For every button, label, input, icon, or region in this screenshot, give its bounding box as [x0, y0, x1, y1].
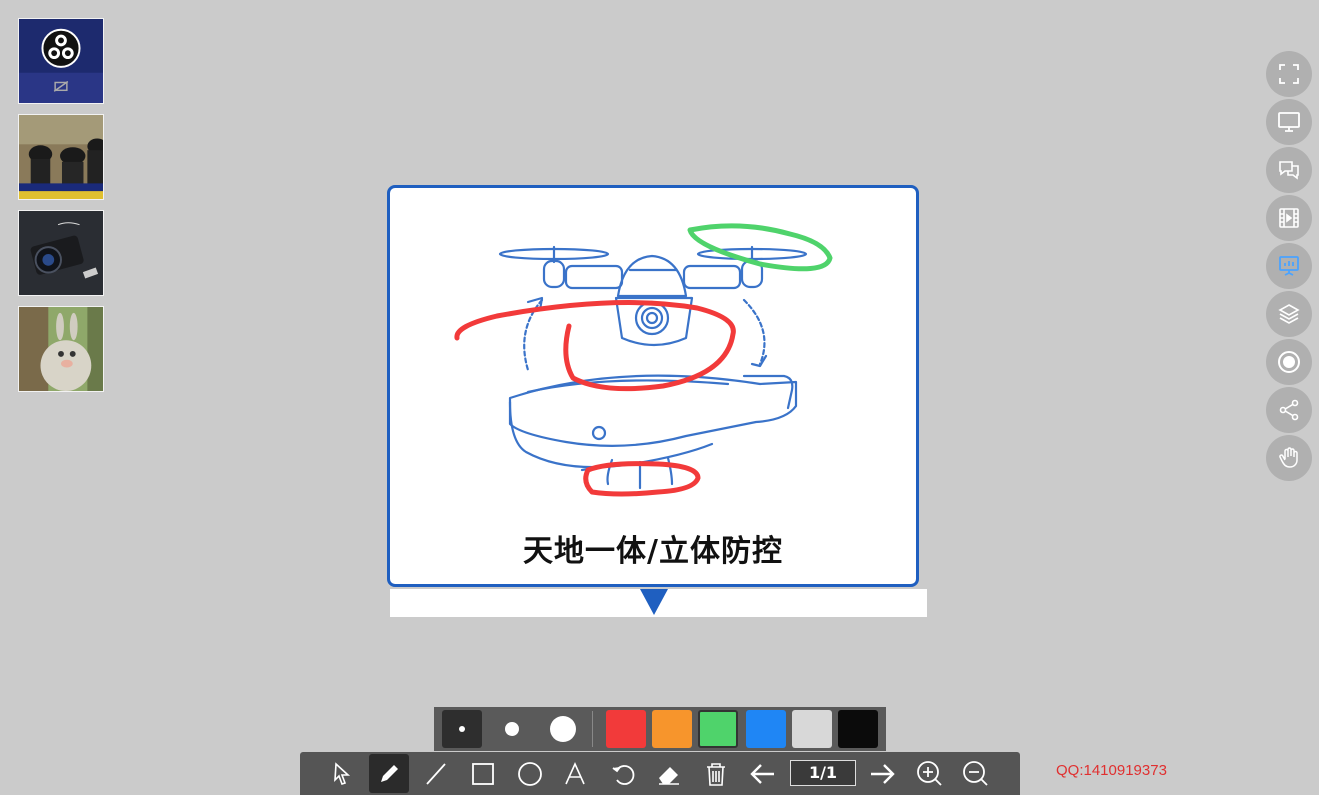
eraser-icon: [659, 766, 679, 785]
film-icon: [1279, 208, 1299, 228]
whiteboard-slide[interactable]: 天地一体/立体防控: [387, 185, 919, 587]
monitor-icon: [1278, 112, 1300, 132]
share-button[interactable]: [1266, 387, 1312, 433]
pen-size-medium[interactable]: [492, 710, 532, 748]
color-swatch-gray[interactable]: [792, 710, 832, 748]
thumbnail-obs[interactable]: [18, 18, 104, 104]
circle-icon: [518, 761, 542, 786]
color-swatch-green[interactable]: [698, 710, 738, 748]
undo-icon: [612, 764, 635, 785]
share-icon: [1279, 399, 1299, 421]
zoom-out-button[interactable]: [956, 754, 996, 793]
pen-tool-button[interactable]: [369, 754, 409, 793]
obs-logo-icon: [19, 19, 103, 103]
color-swatch-red[interactable]: [606, 710, 646, 748]
text-tool-button[interactable]: [555, 754, 595, 793]
layers-icon: [1278, 304, 1300, 324]
select-icon: [334, 761, 351, 785]
zoom-in-button[interactable]: [910, 754, 950, 793]
bottom-toolbar: 1/1: [300, 752, 1020, 795]
pen-size-large[interactable]: [543, 710, 583, 748]
thumbnail-photo-2[interactable]: [18, 114, 104, 200]
line-tool-button[interactable]: [416, 754, 456, 793]
pen-size-small[interactable]: [442, 710, 482, 748]
zoom-out-icon: [963, 760, 988, 786]
video-button[interactable]: [1266, 195, 1312, 241]
chat-button[interactable]: [1266, 147, 1312, 193]
thumbnail-photo-3[interactable]: [18, 210, 104, 296]
select-tool-button[interactable]: [322, 754, 362, 793]
rectangle-tool-button[interactable]: [463, 754, 503, 793]
arrow-left-icon: [750, 763, 774, 784]
divider: [592, 711, 593, 747]
right-toolbar: [1266, 51, 1312, 483]
pen-size-dot: [505, 722, 519, 736]
record-icon: [1278, 351, 1300, 373]
line-icon: [426, 762, 446, 785]
photo-icon: [19, 211, 103, 295]
undo-button[interactable]: [603, 754, 643, 793]
pen-size-dot: [459, 726, 465, 732]
arrow-right-icon: [871, 763, 895, 784]
thumbnail-strip: [18, 18, 106, 402]
clear-button[interactable]: [696, 754, 736, 793]
color-swatch-blue[interactable]: [746, 710, 786, 748]
photo-icon: [19, 115, 103, 199]
pen-size-dot: [550, 716, 576, 742]
fullscreen-button[interactable]: [1266, 51, 1312, 97]
layers-button[interactable]: [1266, 291, 1312, 337]
qq-contact-text: QQ:1410919373: [1056, 762, 1167, 779]
presentation-icon: [1279, 256, 1299, 276]
text-icon: [565, 761, 585, 784]
color-swatch-orange[interactable]: [652, 710, 692, 748]
slide-bottom-strip: [390, 589, 927, 617]
pen-icon: [381, 764, 398, 782]
record-button[interactable]: [1266, 339, 1312, 385]
previous-page-button[interactable]: [743, 754, 783, 793]
fullscreen-icon: [1279, 64, 1299, 84]
slide-title: 天地一体/立体防控: [523, 534, 783, 569]
thumbnail-photo-4[interactable]: [18, 306, 104, 392]
zoom-in-icon: [917, 760, 942, 786]
page-indicator: 1/1: [790, 760, 856, 786]
pen-settings-bar: [434, 707, 886, 751]
circle-tool-button[interactable]: [510, 754, 550, 793]
eraser-tool-button[interactable]: [649, 754, 689, 793]
whiteboard-button[interactable]: [1266, 243, 1312, 289]
trash-icon: [707, 762, 725, 786]
screen-share-button[interactable]: [1266, 99, 1312, 145]
hand-button[interactable]: [1266, 435, 1312, 481]
hand-icon: [1279, 447, 1298, 468]
color-swatch-black[interactable]: [838, 710, 878, 748]
next-page-button[interactable]: [862, 754, 902, 793]
photo-icon: [19, 307, 103, 391]
rectangle-icon: [472, 762, 494, 785]
chat-icon: [1279, 161, 1299, 180]
